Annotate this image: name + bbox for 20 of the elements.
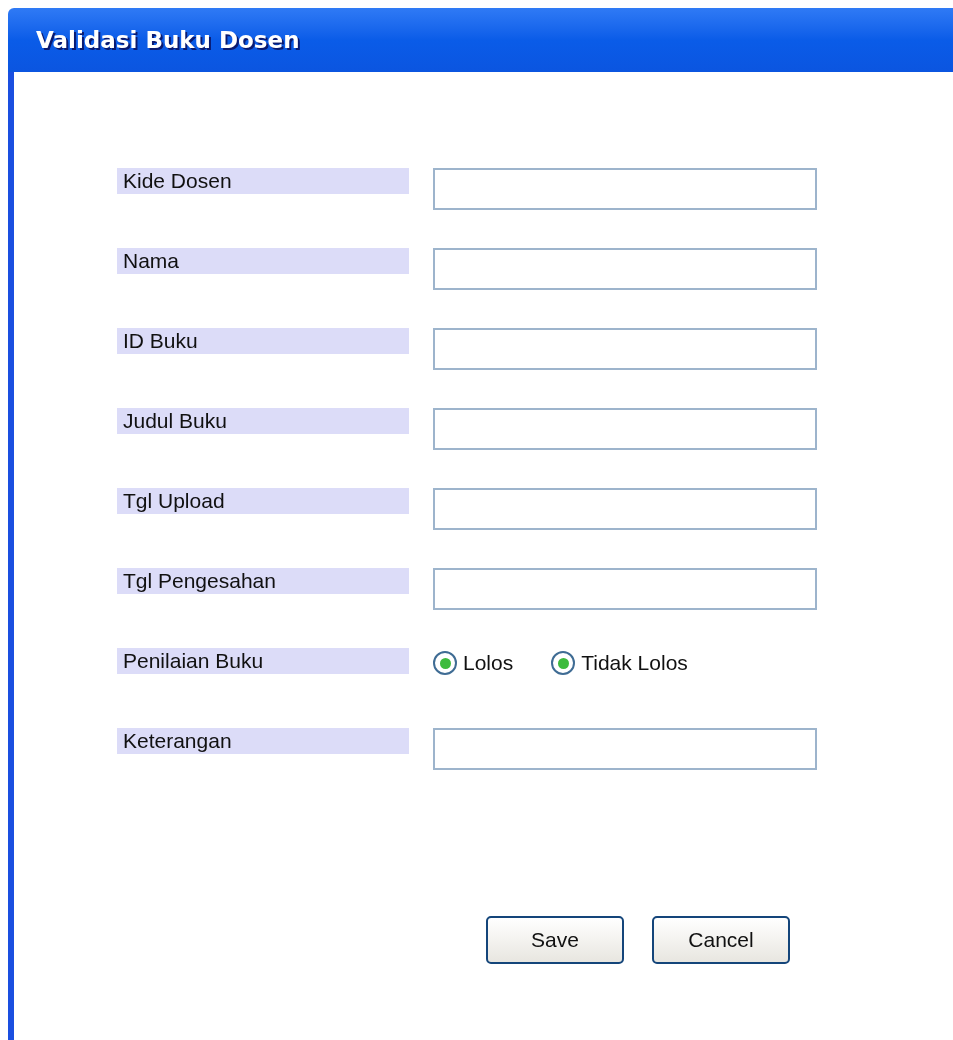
field-label: Keterangan	[117, 728, 409, 754]
field-label: Penilaian Buku	[117, 648, 409, 674]
input-field[interactable]	[433, 168, 817, 210]
input-field[interactable]	[433, 728, 817, 770]
field-label: Kide Dosen	[117, 168, 409, 194]
input-field[interactable]	[433, 488, 817, 530]
field-label: Tgl Pengesahan	[117, 568, 409, 594]
input-field[interactable]	[433, 248, 817, 290]
radio-option[interactable]: Lolos	[433, 647, 514, 679]
input-field[interactable]	[433, 328, 817, 370]
input-field[interactable]	[433, 568, 817, 610]
dialog-button[interactable]: Cancel	[652, 916, 790, 964]
radio-option[interactable]: Tidak Lolos	[551, 647, 688, 679]
dialog-button[interactable]: Save	[486, 916, 624, 964]
field-label: Tgl Upload	[117, 488, 409, 514]
field-label: ID Buku	[117, 328, 409, 354]
input-field[interactable]	[433, 408, 817, 450]
window-title: Validasi Buku Dosen	[36, 25, 300, 55]
field-label: Judul Buku	[117, 408, 409, 434]
field-label: Nama	[117, 248, 409, 274]
